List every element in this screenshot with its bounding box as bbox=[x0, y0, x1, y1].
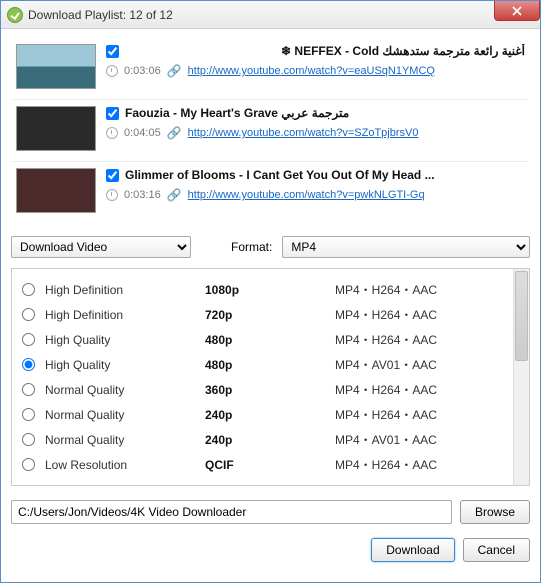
quality-row[interactable]: Normal Quality240pMP4・AV01・AAC bbox=[16, 427, 525, 452]
quality-row[interactable]: Normal Quality360pMP4・H264・AAC bbox=[16, 377, 525, 402]
quality-codec: MP4・H264・AAC bbox=[335, 331, 437, 348]
quality-row[interactable]: High Definition720pMP4・H264・AAC bbox=[16, 302, 525, 327]
playlist: أغنية رائعة مترجمة ستدهشك NEFFEX - Cold … bbox=[11, 37, 530, 224]
scrollbar[interactable] bbox=[513, 269, 529, 485]
video-title: أغنية رائعة مترجمة ستدهشك NEFFEX - Cold … bbox=[125, 44, 525, 58]
clock-icon bbox=[106, 65, 118, 77]
quality-name: High Definition bbox=[45, 283, 205, 297]
thumbnail bbox=[16, 44, 96, 89]
quality-codec: MP4・H264・AAC bbox=[335, 381, 437, 398]
duration: 0:03:06 bbox=[124, 65, 161, 77]
quality-resolution: QCIF bbox=[205, 458, 335, 472]
quality-name: Low Resolution bbox=[45, 458, 205, 472]
quality-codec: MP4・AV01・AAC bbox=[335, 356, 437, 373]
quality-radio[interactable] bbox=[22, 408, 35, 421]
quality-row[interactable]: High Definition1080pMP4・H264・AAC bbox=[16, 277, 525, 302]
window-title: Download Playlist: 12 of 12 bbox=[28, 8, 173, 22]
quality-list: High Definition1080pMP4・H264・AACHigh Def… bbox=[11, 268, 530, 486]
include-checkbox[interactable] bbox=[106, 45, 119, 58]
thumbnail bbox=[16, 106, 96, 151]
quality-radio[interactable] bbox=[22, 383, 35, 396]
scrollbar-thumb[interactable] bbox=[515, 271, 528, 361]
quality-resolution: 480p bbox=[205, 333, 335, 347]
close-icon bbox=[512, 6, 522, 16]
duration: 0:04:05 bbox=[124, 127, 161, 139]
link-icon: 🔗 bbox=[167, 64, 182, 78]
quality-resolution: 360p bbox=[205, 383, 335, 397]
duration: 0:03:16 bbox=[124, 189, 161, 201]
video-url[interactable]: http://www.youtube.com/watch?v=eaUSqN1YM… bbox=[188, 65, 435, 77]
quality-row[interactable]: Low ResolutionQCIFMP4・H264・AAC bbox=[16, 452, 525, 477]
quality-resolution: 720p bbox=[205, 308, 335, 322]
quality-name: High Definition bbox=[45, 308, 205, 322]
clock-icon bbox=[106, 127, 118, 139]
quality-row[interactable]: Normal Quality240pMP4・H264・AAC bbox=[16, 402, 525, 427]
quality-codec: MP4・AV01・AAC bbox=[335, 431, 437, 448]
app-icon bbox=[7, 7, 23, 23]
quality-codec: MP4・H264・AAC bbox=[335, 281, 437, 298]
quality-resolution: 240p bbox=[205, 408, 335, 422]
link-icon: 🔗 bbox=[167, 126, 182, 140]
include-checkbox[interactable] bbox=[106, 169, 119, 182]
quality-radio[interactable] bbox=[22, 433, 35, 446]
quality-name: Normal Quality bbox=[45, 433, 205, 447]
download-button[interactable]: Download bbox=[371, 538, 454, 562]
playlist-item: أغنية رائعة مترجمة ستدهشك NEFFEX - Cold … bbox=[12, 38, 529, 100]
cancel-button[interactable]: Cancel bbox=[463, 538, 530, 562]
titlebar: Download Playlist: 12 of 12 bbox=[1, 1, 540, 29]
link-icon: 🔗 bbox=[167, 188, 182, 202]
close-button[interactable] bbox=[494, 1, 540, 21]
thumbnail bbox=[16, 168, 96, 213]
quality-resolution: 240p bbox=[205, 433, 335, 447]
video-title: Faouzia - My Heart's Grave مترجمة عربي bbox=[125, 106, 349, 120]
quality-radio[interactable] bbox=[22, 308, 35, 321]
quality-row[interactable]: High Quality480pMP4・H264・AAC bbox=[16, 327, 525, 352]
quality-radio[interactable] bbox=[22, 458, 35, 471]
quality-radio[interactable] bbox=[22, 333, 35, 346]
path-row: Browse bbox=[11, 500, 530, 524]
playlist-item: Faouzia - My Heart's Grave مترجمة عربي 0:… bbox=[12, 100, 529, 162]
quality-codec: MP4・H264・AAC bbox=[335, 456, 437, 473]
quality-radio[interactable] bbox=[22, 283, 35, 296]
quality-name: High Quality bbox=[45, 358, 205, 372]
quality-codec: MP4・H264・AAC bbox=[335, 306, 437, 323]
video-url[interactable]: http://www.youtube.com/watch?v=SZoTpjbrs… bbox=[188, 127, 419, 139]
format-label: Format: bbox=[231, 240, 272, 254]
playlist-item: Glimmer of Blooms - I Cant Get You Out O… bbox=[12, 162, 529, 223]
clock-icon bbox=[106, 189, 118, 201]
quality-name: Normal Quality bbox=[45, 383, 205, 397]
browse-button[interactable]: Browse bbox=[460, 500, 530, 524]
video-url[interactable]: http://www.youtube.com/watch?v=pwkNLGTI-… bbox=[188, 189, 425, 201]
save-path-input[interactable] bbox=[11, 500, 452, 524]
quality-resolution: 1080p bbox=[205, 283, 335, 297]
include-checkbox[interactable] bbox=[106, 107, 119, 120]
quality-row[interactable]: High Quality480pMP4・AV01・AAC bbox=[16, 352, 525, 377]
quality-name: Normal Quality bbox=[45, 408, 205, 422]
quality-resolution: 480p bbox=[205, 358, 335, 372]
quality-codec: MP4・H264・AAC bbox=[335, 406, 437, 423]
dialog-buttons: Download Cancel bbox=[11, 538, 530, 562]
action-select[interactable]: Download Video bbox=[11, 236, 191, 258]
format-select[interactable]: MP4 bbox=[282, 236, 530, 258]
video-title: Glimmer of Blooms - I Cant Get You Out O… bbox=[125, 168, 435, 182]
controls-row: Download Video Format: MP4 bbox=[11, 236, 530, 258]
quality-name: High Quality bbox=[45, 333, 205, 347]
quality-radio[interactable] bbox=[22, 358, 35, 371]
